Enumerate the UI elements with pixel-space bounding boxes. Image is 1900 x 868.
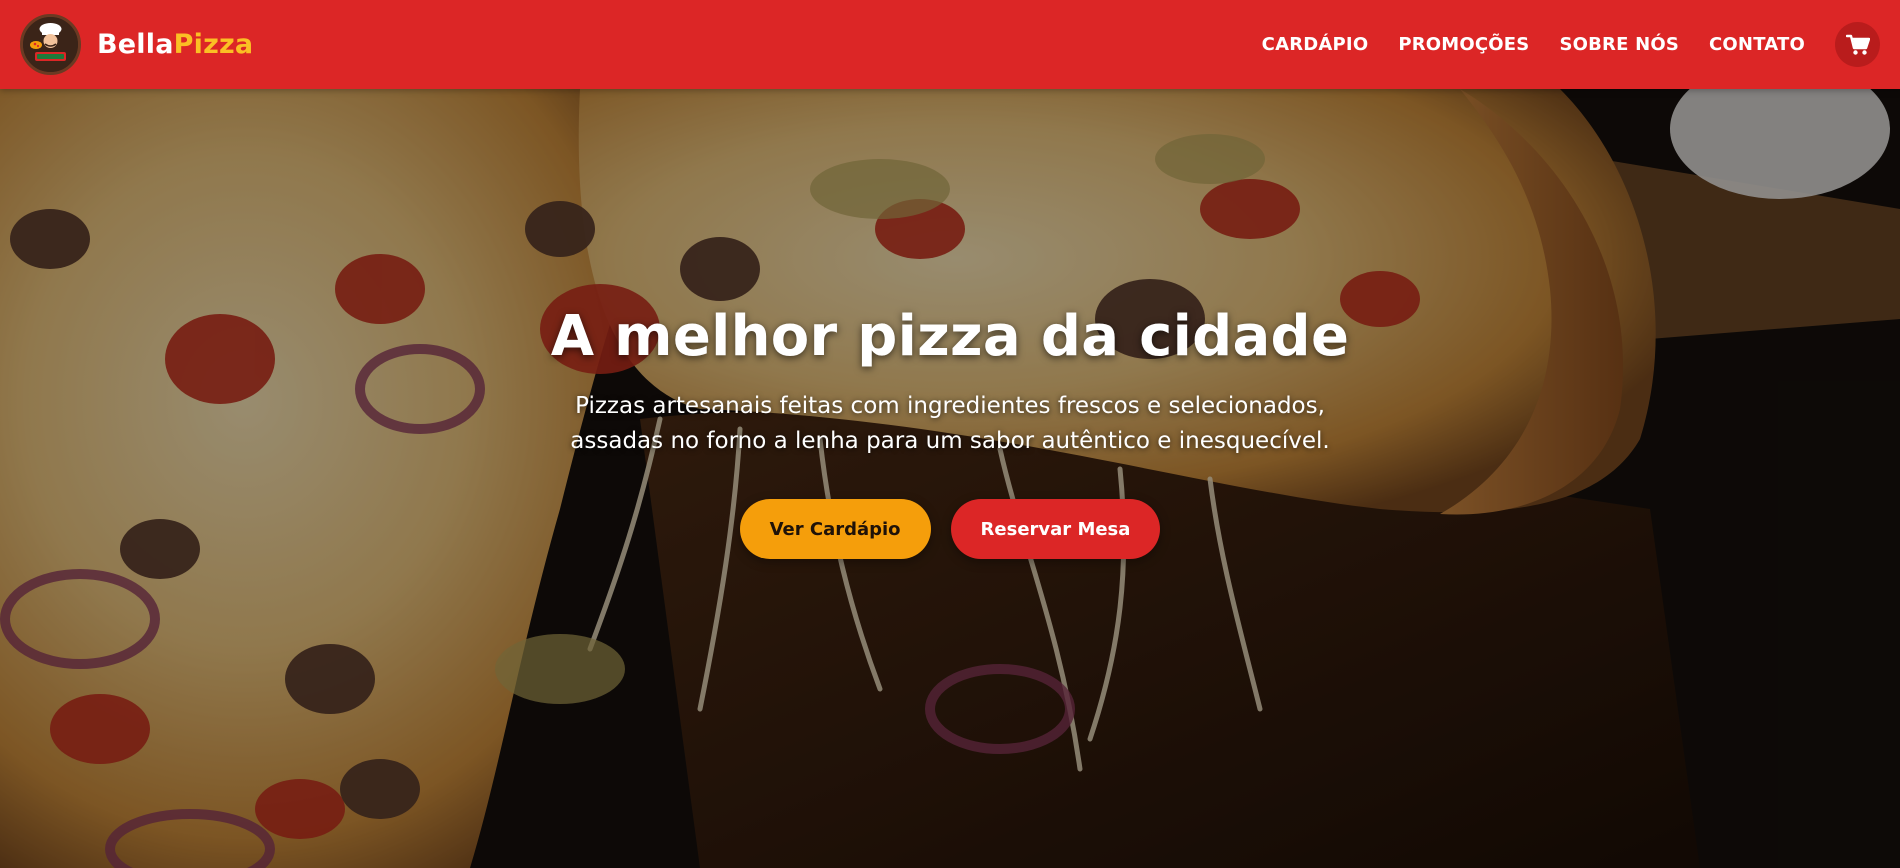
hero-content: A melhor pizza da cidade Pizzas artesana…	[0, 304, 1900, 559]
brand-name-part2: Pizza	[173, 29, 254, 60]
chef-logo-icon	[23, 17, 78, 72]
hero-actions: Ver Cardápio Reservar Mesa	[0, 499, 1900, 559]
reservar-mesa-button[interactable]: Reservar Mesa	[950, 499, 1161, 559]
hero-subtitle: Pizzas artesanais feitas com ingrediente…	[570, 393, 1330, 454]
hero-section: A melhor pizza da cidade Pizzas artesana…	[0, 89, 1900, 868]
ver-cardapio-button[interactable]: Ver Cardápio	[739, 499, 931, 559]
shopping-cart-icon	[1845, 34, 1870, 55]
nav-item-promocoes[interactable]: PROMOÇÕES	[1398, 34, 1529, 55]
nav-item-sobre-nos[interactable]: SOBRE NÓS	[1559, 34, 1679, 55]
brand-name[interactable]: BellaPizza	[97, 29, 253, 60]
nav-item-contato[interactable]: CONTATO	[1709, 34, 1805, 55]
nav-item-cardapio[interactable]: CARDÁPIO	[1262, 34, 1369, 55]
main-nav: CARDÁPIO PROMOÇÕES SOBRE NÓS CONTATO	[1262, 22, 1880, 67]
brand-name-part1: Bella	[97, 29, 174, 60]
site-header: BellaPizza CARDÁPIO PROMOÇÕES SOBRE NÓS …	[0, 0, 1900, 89]
chef-pizza-logo[interactable]	[20, 14, 81, 75]
cart-button[interactable]	[1835, 22, 1880, 67]
hero-title: A melhor pizza da cidade	[550, 304, 1350, 369]
